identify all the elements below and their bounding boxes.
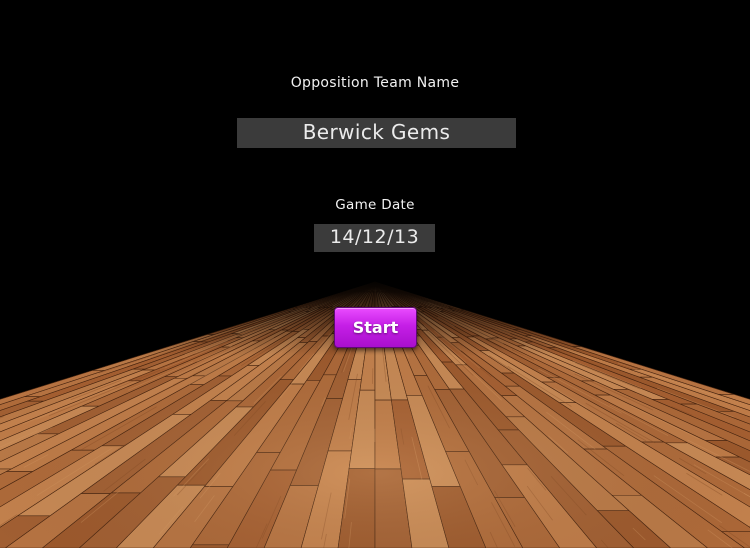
team-name-field[interactable]: Berwick Gems (237, 118, 516, 148)
setup-screen: Opposition Team Name Berwick Gems Game D… (0, 0, 750, 548)
team-name-label: Opposition Team Name (290, 75, 460, 91)
game-date-field[interactable]: 14/12/13 (314, 224, 435, 252)
game-date-label: Game Date (335, 197, 415, 213)
start-button[interactable]: Start (334, 307, 417, 348)
